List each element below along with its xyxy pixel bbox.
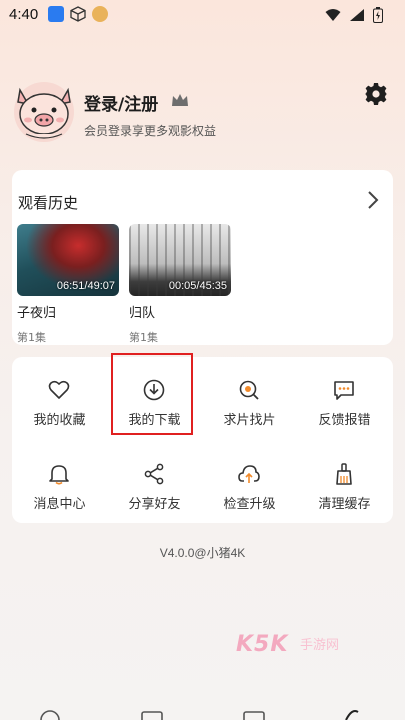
menu-item-messages[interactable]: 消息中心 [12, 445, 107, 515]
video-thumbnail[interactable]: 00:05/45:35 [129, 224, 231, 296]
box-icon [70, 6, 86, 22]
calendar-tab-icon [243, 711, 265, 720]
battery-icon [373, 7, 383, 23]
feedback-icon [334, 381, 354, 400]
menu-label: 我的收藏 [33, 413, 86, 428]
profile-tab-icon [345, 710, 359, 720]
video-title: 子夜归 [17, 306, 57, 321]
menu-label: 消息中心 [33, 497, 86, 512]
feature-grid: 我的收藏 我的下载 求片找片 反馈报错 消息中心 分享好友 检查升级 清理缓存 [12, 357, 393, 523]
app-notification-icon [48, 6, 64, 22]
video-title: 归队 [129, 306, 156, 321]
video-episode: 第1集 [17, 331, 46, 344]
menu-item-share[interactable]: 分享好友 [107, 445, 202, 515]
video-progress: 00:05/45:35 [168, 280, 227, 292]
download-highlight-box [111, 353, 193, 435]
wifi-icon [325, 9, 341, 21]
menu-item-upgrade[interactable]: 检查升级 [202, 445, 297, 515]
home-tab-icon [40, 710, 60, 720]
menu-label: 反馈报错 [318, 413, 371, 428]
chevron-right-icon[interactable] [367, 190, 379, 210]
upgrade-icon [238, 465, 260, 483]
menu-label: 检查升级 [223, 497, 276, 512]
broom-icon [336, 463, 352, 485]
signal-icon [350, 9, 364, 21]
video-progress: 06:51/49:07 [56, 280, 115, 292]
watch-history-card: 观看历史 06:51/49:07 子夜归 第1集 00:05/45:35 归队 … [12, 170, 393, 345]
video-thumbnail[interactable]: 06:51/49:07 [17, 224, 119, 296]
notification-icons [48, 6, 108, 22]
menu-item-feedback[interactable]: 反馈报错 [297, 361, 392, 431]
heart-icon [48, 380, 70, 399]
status-bar: 4:40 [0, 0, 405, 30]
crown-icon [172, 94, 188, 106]
member-benefit-text: 会员登录享更多观影权益 [84, 124, 217, 138]
bottom-tab-bar[interactable] [0, 706, 405, 720]
watermark-logo: K5K [236, 632, 289, 657]
menu-item-request-film[interactable]: 求片找片 [202, 361, 297, 431]
app-version: V4.0.0@小猪4K [159, 546, 246, 560]
watermark-tag: 手游网 [300, 638, 340, 653]
pig-avatar[interactable] [12, 80, 76, 144]
share-icon [144, 463, 164, 485]
login-register-link[interactable]: 登录/注册 [84, 90, 158, 115]
menu-label: 分享好友 [128, 497, 181, 512]
menu-label: 清理缓存 [318, 497, 371, 512]
video-tab-icon [141, 711, 163, 720]
watch-history-title: 观看历史 [18, 194, 79, 212]
status-time: 4:40 [9, 6, 39, 23]
history-item[interactable]: 00:05/45:35 归队 第1集 [129, 224, 231, 345]
bell-icon [49, 465, 69, 485]
menu-item-favorites[interactable]: 我的收藏 [12, 361, 107, 431]
profile-header[interactable]: 登录/注册 会员登录享更多观影权益 [0, 80, 405, 150]
system-icons [325, 7, 383, 23]
history-item[interactable]: 06:51/49:07 子夜归 第1集 [17, 224, 119, 345]
menu-label: 求片找片 [223, 413, 276, 428]
search-film-icon [239, 380, 259, 400]
menu-item-clear-cache[interactable]: 清理缓存 [297, 445, 392, 515]
game-notification-icon [92, 6, 108, 22]
video-episode: 第1集 [129, 331, 158, 344]
settings-gear-icon[interactable] [364, 82, 388, 106]
